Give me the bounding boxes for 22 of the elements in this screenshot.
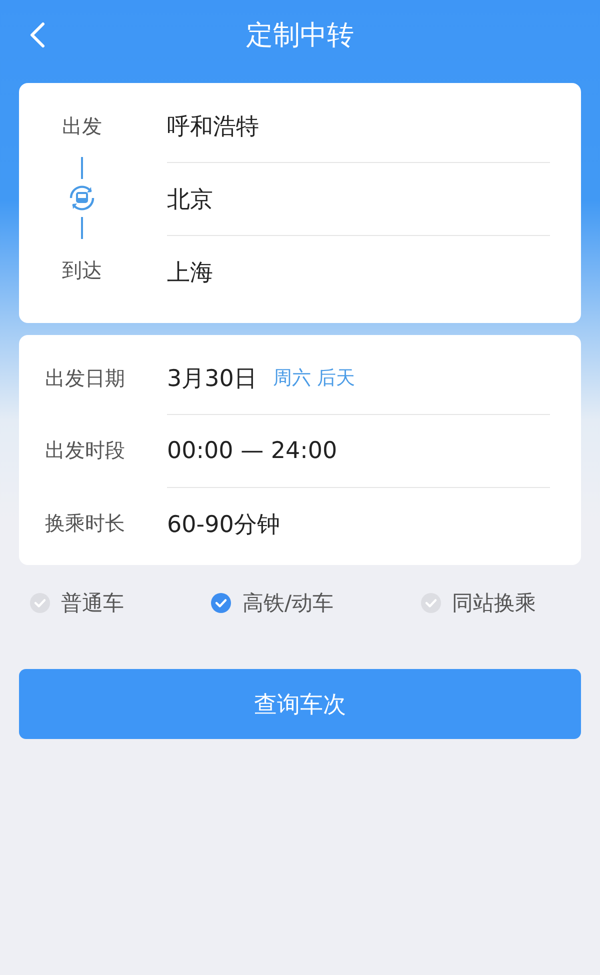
departure-label: 出发 — [62, 113, 102, 140]
setting-label: 出发日期 — [45, 365, 126, 392]
arrival-label: 到达 — [62, 257, 102, 284]
page-title: 定制中转 — [246, 19, 354, 53]
connector-line — [81, 157, 83, 179]
option-label: 同站换乘 — [452, 590, 536, 617]
setting-label: 换乘时长 — [45, 510, 126, 537]
setting-label: 出发时段 — [45, 437, 126, 464]
connector-line — [81, 217, 83, 239]
station-name[interactable]: 上海 — [167, 256, 213, 288]
checkbox-icon[interactable] — [29, 592, 51, 614]
option-label: 普通车 — [61, 590, 124, 617]
back-icon[interactable] — [28, 22, 46, 48]
station-name[interactable]: 北京 — [167, 184, 213, 214]
station-name[interactable]: 呼和浩特 — [167, 110, 259, 142]
setting-value[interactable]: 60-90分钟 — [167, 508, 280, 540]
checkbox-icon[interactable] — [210, 592, 232, 614]
setting-value[interactable]: 00:00 — 24:00 — [167, 438, 338, 464]
date-note: 周六 后天 — [272, 366, 355, 391]
option-label: 高铁/动车 — [242, 590, 334, 617]
setting-value[interactable]: 3月30日 — [167, 362, 257, 394]
checkbox-icon[interactable] — [420, 592, 442, 614]
